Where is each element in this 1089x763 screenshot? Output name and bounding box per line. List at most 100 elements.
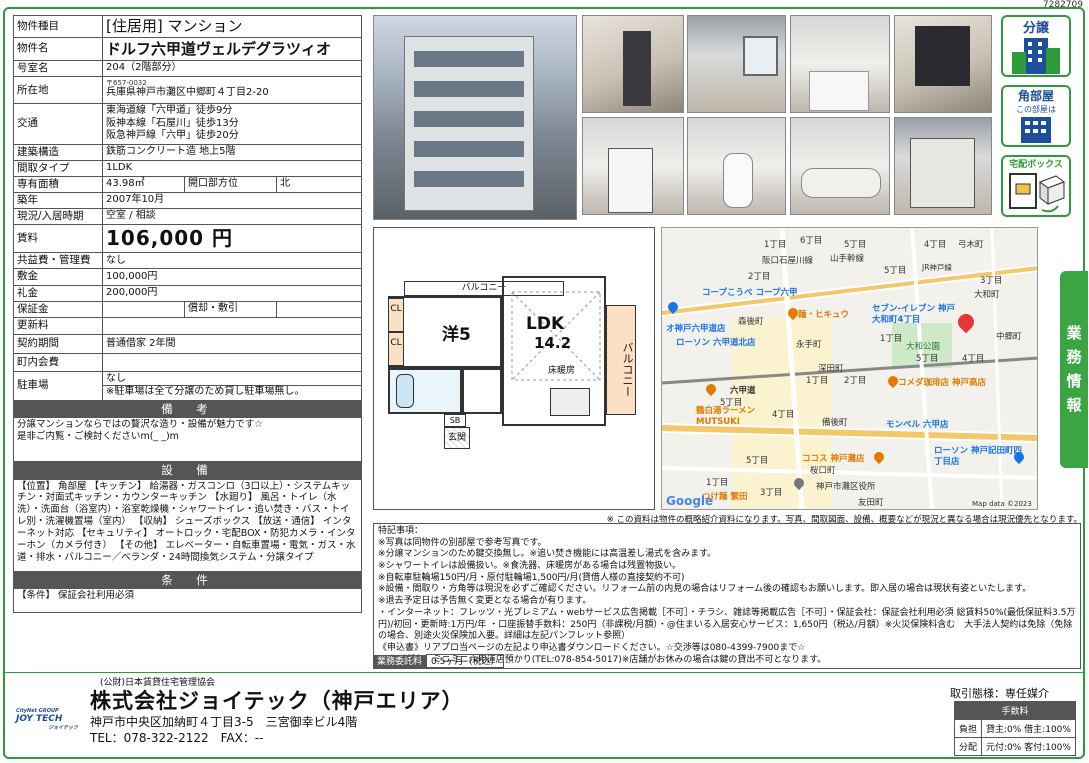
floor-heat-label: 床暖房	[548, 366, 576, 376]
map-poi[interactable]: 鶴白湯ラーメン MUTSUKI	[696, 406, 776, 428]
label-deposit: 敷金	[13, 268, 103, 286]
badge-kado-label: 角部屋	[1017, 89, 1054, 103]
value-rent: 106,000 円	[102, 224, 362, 254]
map-poi[interactable]: ココス 神戸灘店	[802, 452, 864, 464]
transport-line: 阪神本線「石屋川」徒歩13分	[106, 117, 239, 129]
map-label: 2丁目	[748, 272, 771, 282]
fee-table: 手数料 負担 貸主:0% 借主:100% 分配 元付:0% 客付:100%	[953, 701, 1076, 756]
company-name: 株式会社ジョイテック（神戸エリア）	[90, 689, 464, 713]
badge-bunjo-label: 分譲	[1022, 21, 1049, 36]
map-label: 1丁目	[706, 478, 729, 488]
building-window	[414, 111, 524, 127]
closet-shape	[915, 26, 970, 86]
building-window	[414, 81, 524, 97]
area-map[interactable]: 1丁目 6丁目 5丁目 4丁目 弓木町 阪口石屋川線 山手幹線 2丁目 5丁目 …	[661, 227, 1038, 510]
fee-row-label: 負担	[953, 719, 983, 738]
map-label: 5丁目	[746, 456, 769, 466]
value-layout: 1LDK	[102, 159, 362, 177]
delivery-box-icon	[1009, 173, 1066, 213]
value-renewal	[102, 316, 362, 335]
floor-plan: バルコニー バルコニー CL CL 洋5 LDK 14.2 床暖房 SB 玄関	[373, 227, 655, 510]
map-label: 弓木町	[958, 240, 984, 250]
room1-label: 洋5	[442, 325, 471, 345]
building-icon	[1012, 38, 1060, 74]
map-label: 5丁目	[884, 266, 907, 276]
map-label: 1丁目	[806, 376, 829, 386]
map-poi[interactable]: セブン-イレブン 神戸大和町4丁目	[872, 304, 962, 326]
document-id: 7282709	[1042, 0, 1083, 10]
map-label: 大和町	[974, 290, 1000, 300]
label-address: 所在地	[13, 76, 103, 105]
label-parking: 駐車場	[13, 370, 103, 401]
label-guarantee: 保証金	[13, 300, 103, 318]
label-amortization: 償却・敷引	[184, 300, 277, 318]
toilet-shape	[723, 153, 753, 208]
map-label: 4丁目	[772, 410, 795, 420]
label-room: 号室名	[13, 59, 103, 78]
fee-value: 0.5ヶ月（税込）	[426, 654, 505, 668]
ldk-label: LDK	[526, 314, 565, 334]
fee-label: 業務委託料	[373, 655, 427, 669]
map-poi[interactable]: コープこうべ コープ六甲	[702, 286, 797, 298]
label-direction: 開口部方位	[184, 175, 277, 194]
map-label: 深田町	[818, 364, 844, 374]
label-name: 物件名	[13, 37, 103, 61]
map-poi[interactable]: 六甲道	[730, 384, 756, 396]
map-poi[interactable]: コメダ珈琲店 神戸高店	[898, 376, 986, 388]
value-transport: 東海道線「六甲道」徒歩9分 阪神本線「石屋川」徒歩13分 阪急神戸線「六甲」徒歩…	[102, 103, 362, 145]
map-poi[interactable]: モンベル 六甲店	[886, 418, 948, 430]
value-contract: 普通借家 2年間	[102, 333, 362, 354]
map-label: 6丁目	[800, 236, 823, 246]
exterior-photo	[373, 15, 577, 220]
property-spec-table: 物件種目 [住居用] マンション 物件名 ドルフ六甲道ヴェルデグラツィオ 号室名…	[13, 15, 362, 613]
map-label: 5丁目	[916, 354, 939, 364]
value-assoc	[102, 352, 362, 372]
value-name: ドルフ六甲道ヴェルデグラツィオ	[102, 37, 362, 61]
business-info-tab[interactable]: 業 務 情 報	[1060, 271, 1088, 468]
value-area: 43.98㎡	[102, 175, 185, 194]
map-label: 神戸市灘区役所	[816, 482, 876, 492]
special-line: ・インターネット：フレッツ・光プレミアム・webサービス広告掲載［不可］・チラシ…	[378, 607, 1076, 642]
value-deposit: 100,000円	[102, 268, 362, 286]
map-poi[interactable]: ローソン 神戸記田町四丁目店	[934, 446, 1024, 468]
vanity-shape	[608, 148, 653, 213]
tab-char: 情	[1066, 372, 1082, 390]
map-label: 3丁目	[760, 488, 783, 498]
building-window	[414, 141, 524, 157]
conditions-title: 条 件	[13, 570, 362, 589]
label-type: 物件種目	[13, 15, 103, 38]
map-poi[interactable]: ローソン 六甲道北店	[676, 336, 755, 348]
value-parking: なし ※駐車場は全て分譲のため貸し駐車場無し。	[102, 370, 362, 401]
badge-kado-sub: この部屋は	[1016, 105, 1056, 114]
conditions-text: 【条件】 保証会社利用必須	[13, 587, 362, 613]
value-amortization	[276, 300, 362, 318]
kitchen-counter	[550, 388, 590, 416]
interior-photo	[582, 15, 684, 113]
label-layout: 間取タイプ	[13, 159, 103, 177]
ldk-size: 14.2	[534, 334, 572, 352]
transport-line: 阪急神戸線「六甲」徒歩20分	[106, 130, 239, 142]
label-transport: 交通	[13, 103, 103, 145]
label-common: 共益費・管理費	[13, 252, 103, 270]
map-poi[interactable]: オ神戸六甲道店	[666, 322, 726, 334]
map-label: 永手町	[796, 340, 822, 350]
special-line: ※シャワートイレは設備扱い。※食洗器、床暖房がある場合は残置物扱い。	[378, 561, 682, 572]
parking-note: ※駐車場は全て分譲のため貸し駐車場無し。	[103, 385, 361, 399]
map-poi[interactable]: 麺・ヒキュウ	[798, 308, 849, 320]
value-common: なし	[102, 252, 362, 270]
company-tel: TEL：078-322-2122 FAX：--	[90, 731, 264, 745]
map-label: 大和公園	[906, 342, 941, 352]
map-label: 4丁目	[962, 354, 985, 364]
value-built: 2007年10月	[102, 191, 362, 210]
map-label: 1丁目	[880, 334, 903, 344]
entrance: 玄関	[444, 427, 470, 449]
value-keymoney: 200,000円	[102, 284, 362, 302]
building-window	[414, 171, 524, 187]
window-shape	[743, 36, 778, 76]
value-room: 204（2階部分）	[102, 59, 362, 78]
badge-kadobeya: 角部屋 この部屋は	[1001, 85, 1071, 147]
badge-takuhai-label: 宅配ボックス	[1009, 160, 1063, 170]
map-label: 1丁目	[764, 240, 787, 250]
shelf-shape	[910, 138, 975, 208]
label-keymoney: 礼金	[13, 284, 103, 302]
